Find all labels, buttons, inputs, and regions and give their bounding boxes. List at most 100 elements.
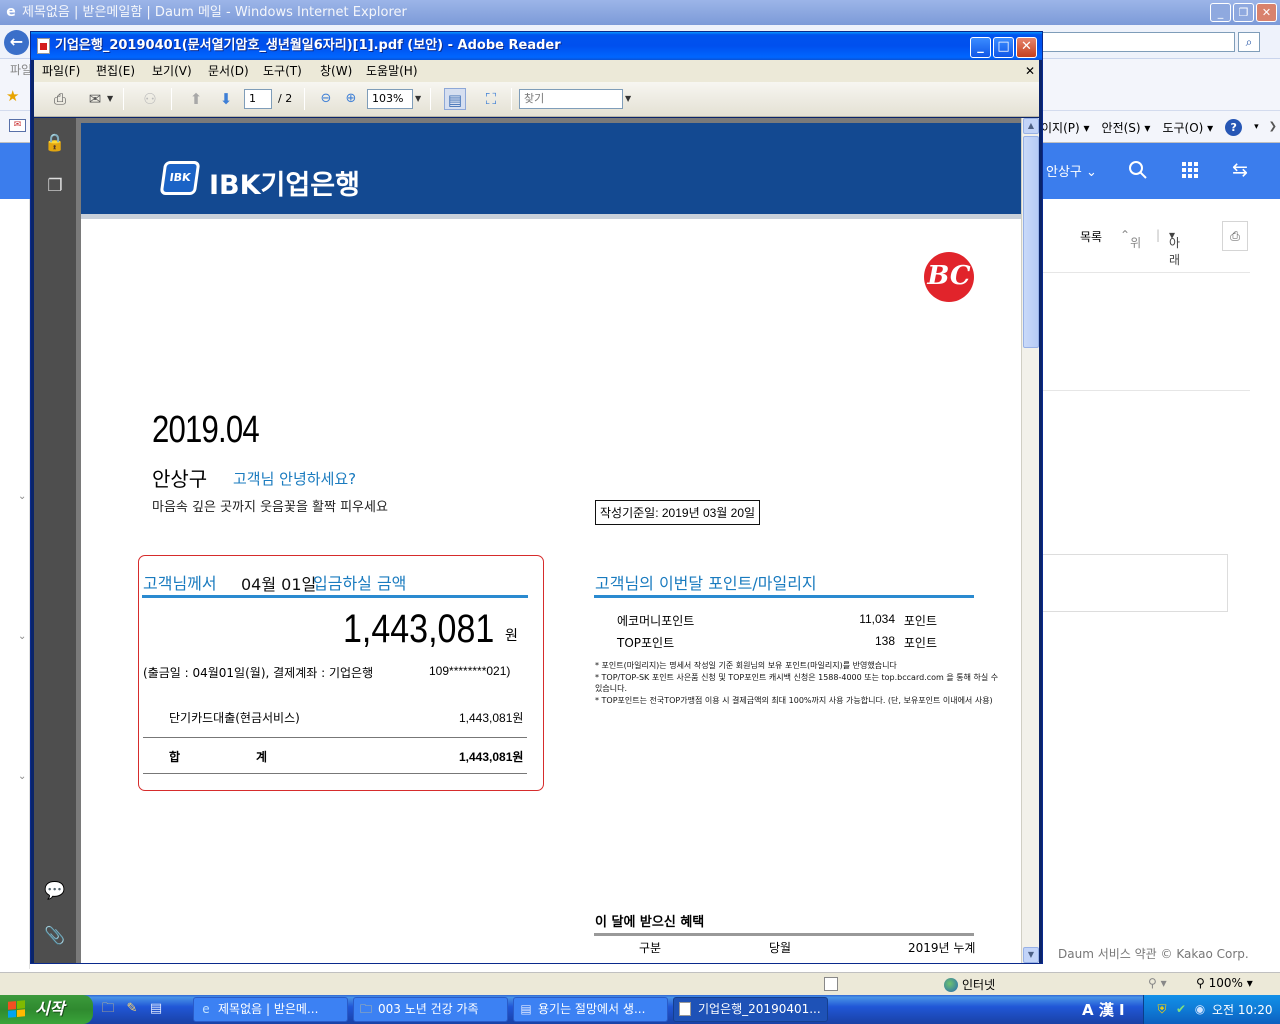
protected-mode-icon[interactable]: ⚲ ▾: [1148, 976, 1167, 990]
task-adobe-reader[interactable]: 기업은행_20190401...: [673, 997, 828, 1022]
folder-icon[interactable]: 🗀: [100, 1001, 116, 1017]
zoom-out-icon[interactable]: ⊖: [315, 88, 337, 110]
points-notes: * 포인트(마일리지)는 명세서 작성일 기준 회원님의 보유 포인트(마일리지…: [595, 660, 1005, 706]
scroll-down-icon[interactable]: ▼: [1023, 947, 1039, 963]
list-button[interactable]: 목록: [1080, 228, 1102, 245]
page-status-icon: [824, 977, 838, 991]
daum-search-icon[interactable]: [1128, 160, 1148, 180]
comments-icon[interactable]: 💬: [44, 880, 66, 902]
ibk-logo-text: IBK기업은행: [209, 170, 360, 201]
daum-user-menu[interactable]: 안상구 ⌄: [1046, 161, 1097, 180]
search-icon[interactable]: ⌕: [1238, 32, 1260, 52]
chevron-down-icon[interactable]: ⌄: [18, 491, 26, 502]
task-document[interactable]: ▤ 용기는 절망에서 생...: [513, 997, 668, 1022]
shield-icon[interactable]: ⛨: [1154, 1001, 1170, 1017]
zoom-in-icon[interactable]: ⊕: [340, 88, 362, 110]
points-note: * TOP/TOP-SK 포인트 사은품 신청 및 TOP포인트 캐시백 신청은…: [595, 672, 999, 694]
help-icon[interactable]: ?: [1225, 118, 1243, 136]
document-area: IBK IBK기업은행 BC 2019.04 안상구 고객님 안녕하세요? 마음…: [76, 118, 1021, 963]
clock[interactable]: 오전 10:20: [1212, 1001, 1272, 1018]
apps-grid-icon[interactable]: [1182, 162, 1198, 178]
menu-edit[interactable]: 편집(E): [96, 60, 135, 82]
daum-footer: Daum 서비스 약관 © Kakao Corp.: [1058, 947, 1249, 961]
chevron-down-icon[interactable]: ▼: [625, 88, 631, 110]
menu-tools[interactable]: 도구(T): [263, 60, 302, 82]
document-icon: ▤: [520, 1002, 532, 1016]
ie-minimize-button[interactable]: _: [1210, 3, 1231, 22]
points-note: * TOP포인트는 전국TOP가맹점 이용 시 결제금액의 최대 100%까지 …: [595, 695, 993, 705]
menu-view[interactable]: 보기(V): [152, 60, 192, 82]
close-document-icon[interactable]: ✕: [1025, 60, 1035, 82]
previous-page-icon[interactable]: ⬆: [185, 88, 207, 110]
attachment-icon[interactable]: 📎: [44, 925, 66, 947]
system-tray: ⛨ ✔ ◉ 오전 10:20: [1143, 995, 1280, 1024]
reader-minimize-button[interactable]: _: [970, 37, 991, 58]
ie-security-zone: 인터넷: [944, 976, 995, 993]
chevron-down-icon[interactable]: ▼: [415, 88, 421, 110]
taskbar: 시작 🗀 ✎ ▤ e 제목없음 | 받은메... 🗀 003 노년 건강 가족 …: [0, 995, 1280, 1024]
deposit-item-value: 1,443,081원: [459, 711, 524, 725]
ibk-banner: IBK IBK기업은행: [81, 123, 1021, 219]
reader-navigation-pane: 🔒 ❐ 💬 📎: [34, 118, 76, 963]
ie-url-field[interactable]: [1040, 32, 1235, 52]
benefits-title: 이 달에 받으신 혜택: [595, 915, 705, 930]
collaborate-icon[interactable]: ⚇: [139, 88, 161, 110]
language-bar[interactable]: A 漢 I: [1082, 999, 1125, 1020]
ie-maximize-button[interactable]: ❐: [1233, 3, 1254, 22]
ie-cmd-page[interactable]: 이지(P) ▾: [1041, 119, 1090, 136]
zoom-control[interactable]: ⚲ 100% ▾: [1196, 976, 1253, 990]
divider: [594, 595, 974, 598]
scroll-up-icon[interactable]: ▲: [1023, 118, 1039, 134]
menu-window[interactable]: 창(W): [320, 60, 352, 82]
switch-icon[interactable]: ⇆: [1232, 159, 1248, 181]
print-icon[interactable]: ⎙: [49, 88, 71, 110]
daum-left-nav: ⌄ ⌄ ⌄: [0, 199, 30, 969]
chevron-right-icon[interactable]: ❯: [1269, 121, 1277, 132]
find-input[interactable]: 찾기: [519, 89, 623, 109]
pdf-page: IBK IBK기업은행 BC 2019.04 안상구 고객님 안녕하세요? 마음…: [81, 123, 1021, 963]
mail-icon[interactable]: ✉: [9, 119, 26, 132]
chevron-down-icon[interactable]: ▼: [107, 88, 113, 110]
next-page-icon[interactable]: ⬇: [215, 88, 237, 110]
ie-status-bar: 인터넷 ⚲ ▾ ⚲ 100% ▾: [0, 972, 1280, 995]
menu-file[interactable]: 파일(F): [42, 60, 80, 82]
fit-width-icon[interactable]: ⛶: [480, 88, 502, 110]
page-number-input[interactable]: 1: [244, 89, 272, 109]
ie-close-button[interactable]: ✕: [1256, 3, 1277, 22]
divider: [304, 88, 305, 110]
chevron-down-icon[interactable]: ⌄: [18, 631, 26, 642]
favorites-star-icon[interactable]: ★: [6, 87, 19, 105]
reader-maximize-button[interactable]: □: [993, 37, 1014, 58]
pages-icon[interactable]: ❐: [44, 175, 66, 197]
points-note: * 포인트(마일리지)는 명세서 작성일 기준 회원님의 보유 포인트(마일리지…: [595, 661, 897, 670]
task-folder[interactable]: 🗀 003 노년 건강 가족: [353, 997, 508, 1022]
scroll-thumb[interactable]: [1023, 136, 1039, 348]
menu-help[interactable]: 도움말(H): [366, 60, 418, 82]
network-icon[interactable]: ◉: [1192, 1001, 1208, 1017]
ie-menu-file[interactable]: 파일: [10, 63, 32, 77]
reader-close-button[interactable]: ✕: [1016, 37, 1037, 58]
fit-page-icon[interactable]: ▤: [444, 88, 466, 110]
zoom-input[interactable]: 103%: [367, 89, 413, 109]
back-icon[interactable]: ←: [4, 30, 29, 55]
points-name: 에코머니포인트: [617, 614, 695, 628]
divider: [143, 773, 527, 774]
chevron-down-icon[interactable]: ▾: [1254, 122, 1259, 132]
email-icon[interactable]: ✉: [84, 88, 106, 110]
vertical-scrollbar[interactable]: ▲ ▼: [1021, 118, 1039, 963]
ie-cmd-tools[interactable]: 도구(O) ▾: [1162, 119, 1213, 136]
task-ie[interactable]: e 제목없음 | 받은메...: [193, 997, 348, 1022]
print-icon[interactable]: ⎙: [1222, 221, 1248, 251]
benefits-col-month: 당월: [769, 941, 792, 955]
antivirus-icon[interactable]: ✔: [1173, 1001, 1189, 1017]
lock-icon[interactable]: 🔒: [44, 132, 66, 154]
down-button[interactable]: 아래 ▾: [1169, 228, 1180, 267]
pen-icon[interactable]: ✎: [124, 1001, 140, 1017]
adobe-reader-window: 기업은행_20190401(문서열기암호_생년월일6자리)[1].pdf (보안…: [30, 31, 1043, 964]
chevron-down-icon[interactable]: ⌄: [18, 771, 26, 782]
ie-cmd-safety[interactable]: 안전(S) ▾: [1102, 119, 1151, 136]
start-button[interactable]: 시작: [0, 995, 93, 1024]
up-button[interactable]: ⌃ 위: [1120, 228, 1141, 250]
menu-document[interactable]: 문서(D): [208, 60, 249, 82]
document-icon[interactable]: ▤: [148, 1001, 164, 1017]
